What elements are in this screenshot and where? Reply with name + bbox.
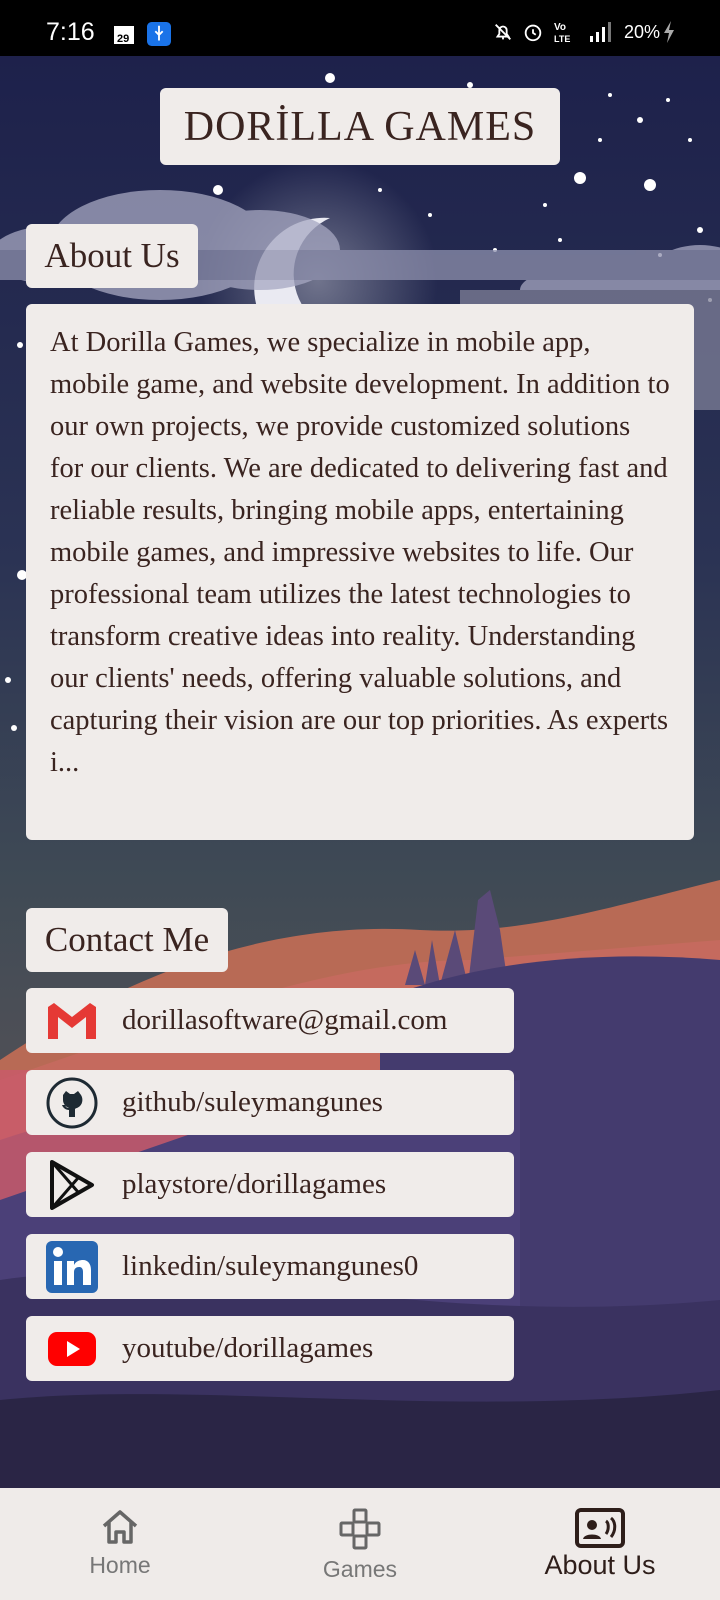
signal-icon [590, 22, 611, 42]
about-description-card: At Dorilla Games, we specialize in mobil… [26, 304, 694, 840]
contact-linkedin-text: linkedin/suleymangunes0 [122, 1250, 419, 1282]
app-title-card: DORİLLA GAMES [160, 88, 560, 165]
status-bar: 7:16 29 Vo LTE 20% [0, 0, 720, 56]
nav-about-us[interactable]: About Us [500, 1488, 700, 1600]
contact-item-linkedin[interactable]: linkedin/suleymangunes0 [26, 1234, 514, 1299]
gmail-icon [44, 993, 100, 1049]
contact-github-text: github/suleymangunes [122, 1086, 383, 1118]
about-us-heading: About Us [26, 224, 198, 288]
alarm-icon [524, 24, 542, 42]
volte-icon: VoLTE [554, 22, 570, 44]
app-title: DORİLLA GAMES [183, 103, 537, 150]
contact-youtube-text: youtube/dorillagames [122, 1332, 374, 1364]
contact-item-youtube[interactable]: youtube/dorillagames [26, 1316, 514, 1381]
status-time: 7:16 [46, 18, 95, 46]
playstore-icon [44, 1157, 100, 1213]
bottom-navigation: Home Games About Us [0, 1488, 720, 1600]
nav-about-us-label: About Us [544, 1550, 656, 1580]
svg-text:LTE: LTE [554, 34, 570, 44]
mute-icon [495, 24, 511, 40]
contact-card-icon [575, 1508, 625, 1548]
battery-percent: 20% [624, 22, 661, 42]
about-description: At Dorilla Games, we specialize in mobil… [50, 327, 670, 778]
contact-playstore-text: playstore/dorillagames [122, 1168, 387, 1200]
battery-charging-icon [664, 21, 674, 43]
gallery-icon: 29 [114, 26, 134, 45]
usb-icon [147, 22, 171, 46]
gamepad-icon [339, 1508, 381, 1550]
svg-text:29: 29 [117, 33, 129, 45]
contact-me-heading: Contact Me [26, 908, 228, 972]
nav-games[interactable]: Games [260, 1488, 460, 1600]
nav-home[interactable]: Home [20, 1488, 220, 1600]
nav-home-label: Home [89, 1552, 151, 1578]
nav-games-label: Games [322, 1556, 398, 1582]
contact-email-text: dorillasoftware@gmail.com [122, 1004, 448, 1036]
contact-item-github[interactable]: github/suleymangunes [26, 1070, 514, 1135]
youtube-icon [44, 1321, 100, 1377]
svg-text:Vo: Vo [554, 22, 566, 33]
linkedin-icon [44, 1239, 100, 1295]
home-icon [102, 1510, 138, 1544]
github-icon [44, 1075, 100, 1131]
contact-item-playstore[interactable]: playstore/dorillagames [26, 1152, 514, 1217]
contact-item-email[interactable]: dorillasoftware@gmail.com [26, 988, 514, 1053]
